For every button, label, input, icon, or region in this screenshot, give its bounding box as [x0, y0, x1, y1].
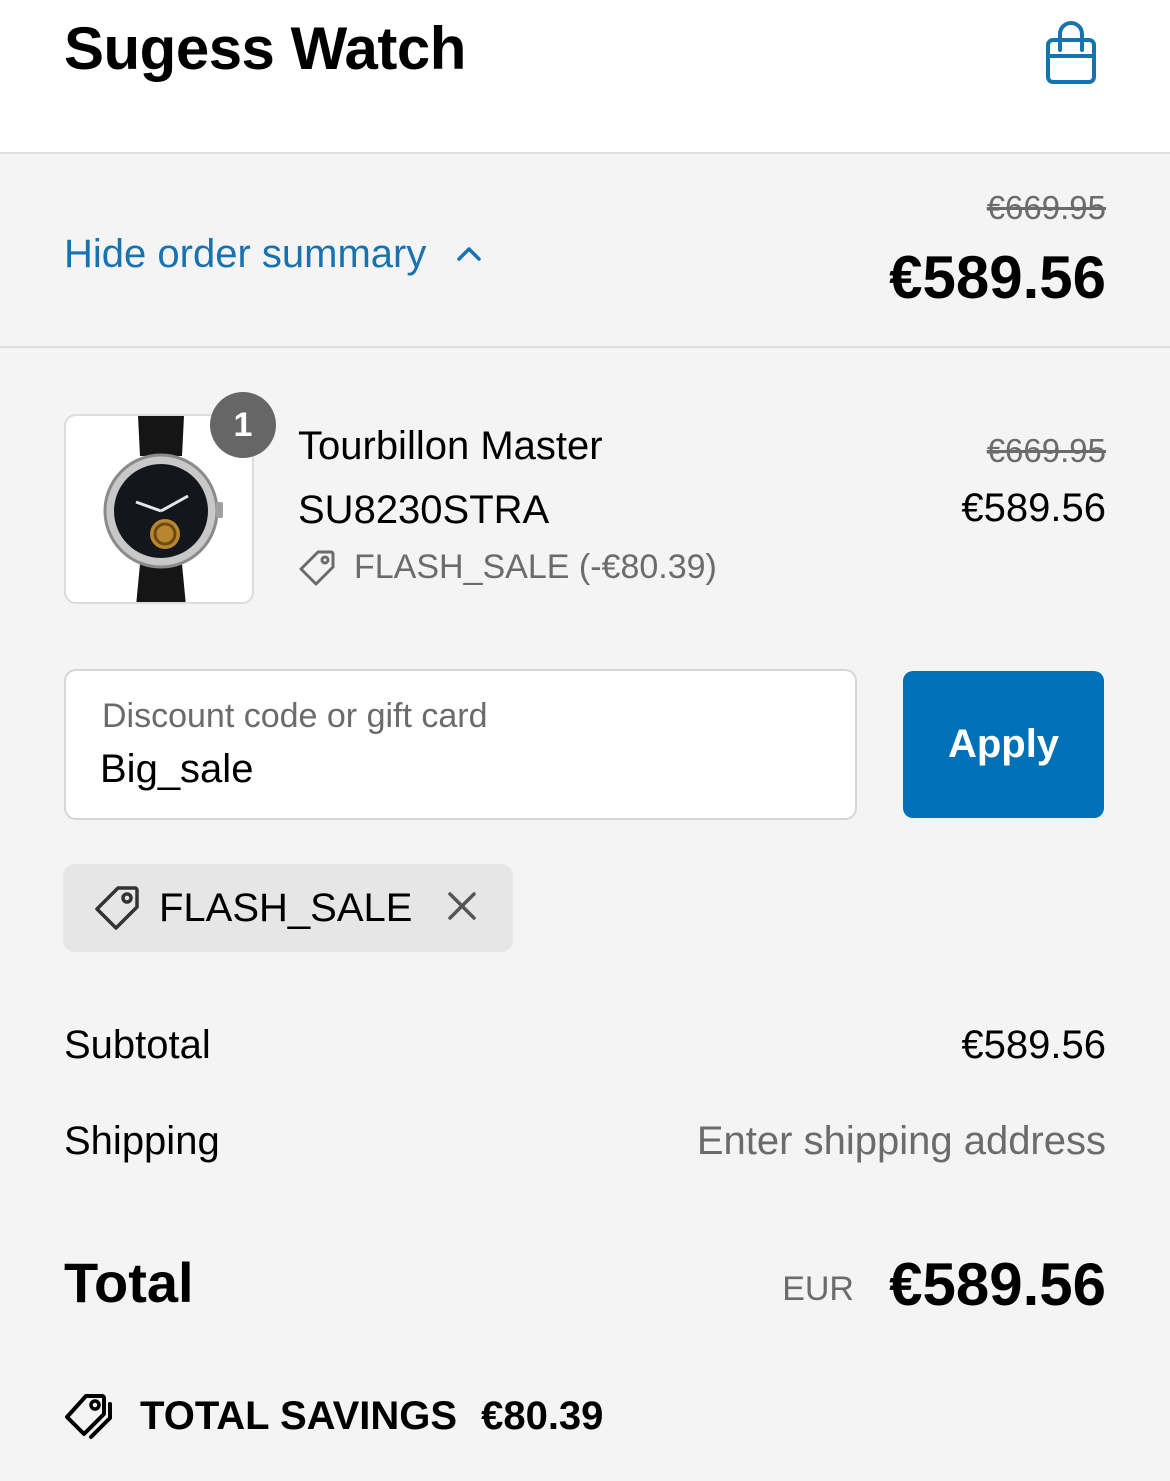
total-value: €589.56: [889, 1251, 1106, 1318]
shopping-bag-icon: [1046, 21, 1096, 84]
toggle-label: Hide order summary: [64, 231, 427, 276]
total-savings-label: TOTAL SAVINGS: [140, 1393, 458, 1438]
cart-button[interactable]: [1040, 20, 1102, 88]
total-savings-value: €80.39: [481, 1393, 604, 1438]
order-summary-bar: Hide order summary €669.95 €589.56: [0, 155, 1170, 348]
header: Sugess Watch: [0, 0, 1170, 154]
hide-order-summary-toggle[interactable]: Hide order summary: [64, 229, 484, 279]
store-name[interactable]: Sugess Watch: [64, 14, 466, 83]
summary-original-price: €669.95: [986, 189, 1106, 226]
product-discount: FLASH_SALE (-€80.39): [298, 548, 717, 587]
total-label: Total: [64, 1251, 194, 1314]
quantity-badge: 1: [210, 392, 276, 458]
applied-discount-chip: FLASH_SALE: [63, 864, 513, 952]
line-item-original-price: €669.95: [986, 432, 1106, 469]
product-name: Tourbillon Master: [298, 424, 603, 468]
shipping-label: Shipping: [64, 1119, 220, 1163]
discount-code-field[interactable]: Discount code or gift card: [64, 669, 857, 820]
apply-button[interactable]: Apply: [903, 671, 1104, 818]
shipping-value: Enter shipping address: [696, 1119, 1106, 1163]
product-discount-label: FLASH_SALE (-€80.39): [354, 548, 717, 586]
total-currency: EUR: [782, 1270, 854, 1308]
subtotal-label: Subtotal: [64, 1023, 211, 1067]
tag-icon: [299, 550, 335, 585]
remove-discount-button[interactable]: [446, 890, 478, 927]
total-savings: TOTAL SAVINGS €80.39: [64, 1392, 603, 1440]
applied-discount-code: FLASH_SALE: [159, 885, 413, 930]
close-icon: [448, 891, 477, 920]
chevron-up-icon: [457, 247, 482, 261]
tag-icon: [95, 886, 139, 930]
product-sku: SU8230STRA: [298, 488, 550, 532]
line-item-price: €589.56: [961, 486, 1106, 530]
discount-code-label: Discount code or gift card: [102, 697, 488, 735]
subtotal-value: €589.56: [961, 1023, 1106, 1067]
summary-price: €589.56: [889, 244, 1106, 311]
discount-code-input[interactable]: [100, 747, 800, 792]
savings-tag-icon: [65, 1394, 112, 1439]
